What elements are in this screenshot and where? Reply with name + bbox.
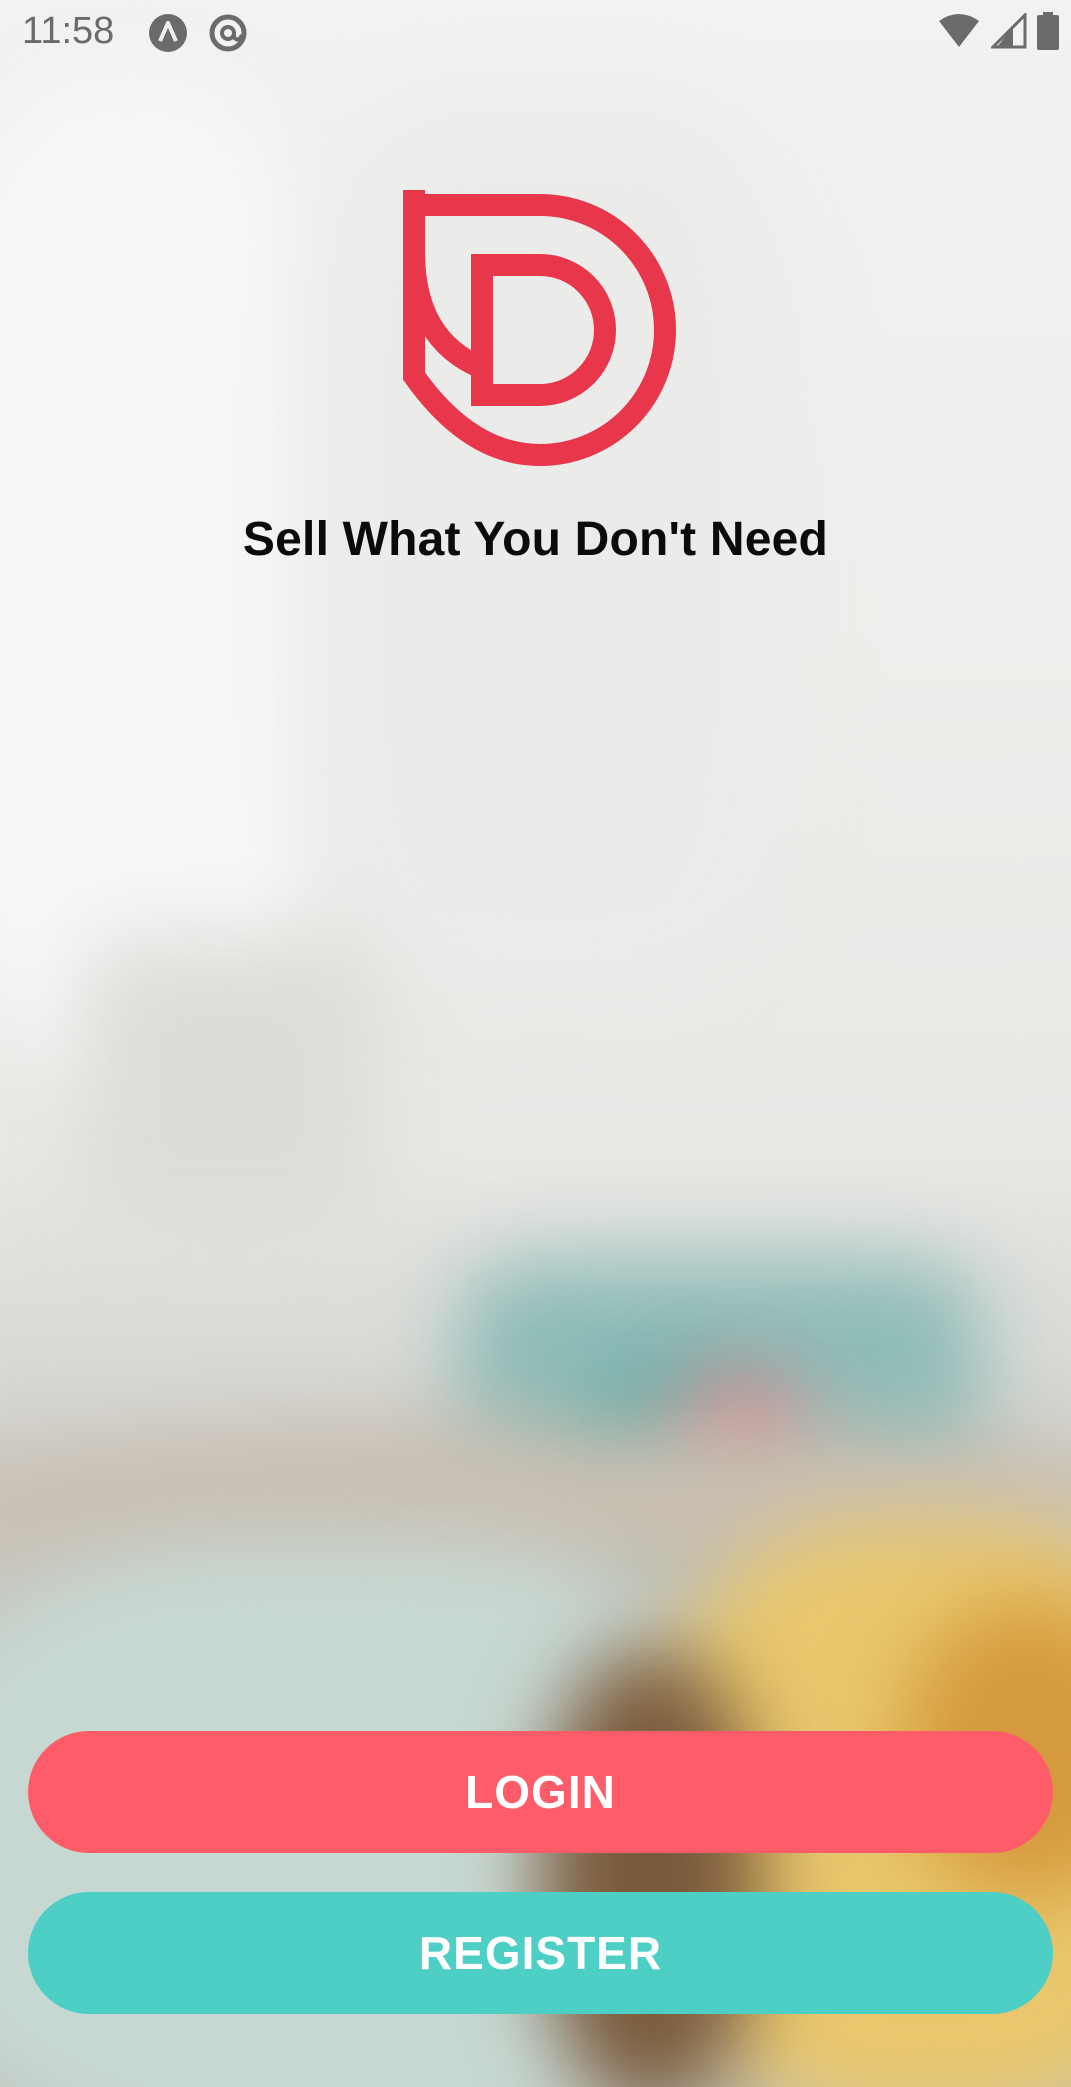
d-logo-icon [400, 190, 680, 470]
signal-icon [989, 10, 1027, 54]
battery-icon [1037, 11, 1059, 55]
status-time: 11:58 [22, 10, 115, 52]
a-circle-icon [148, 13, 188, 53]
login-button[interactable]: LOGIN [28, 1731, 1053, 1853]
register-button[interactable]: REGISTER [28, 1892, 1053, 2014]
status-bar: 11:58 [0, 0, 1071, 66]
wifi-icon [937, 13, 981, 54]
at-circle-icon [208, 13, 248, 53]
tagline: Sell What You Don't Need [242, 513, 829, 566]
